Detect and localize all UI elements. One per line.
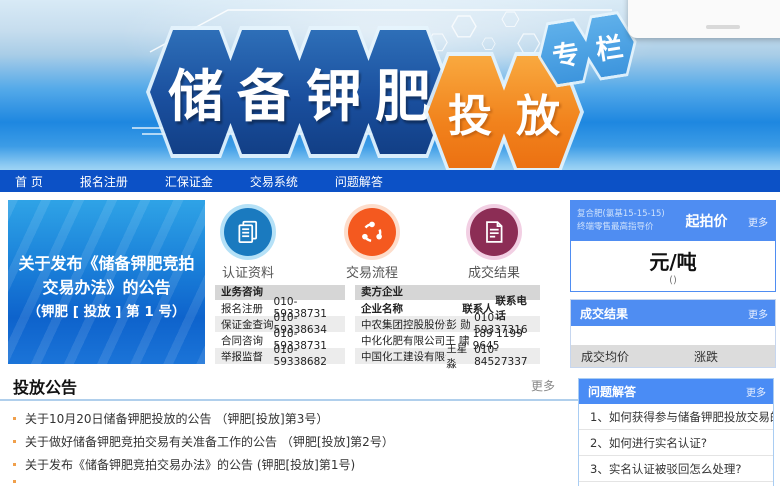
biz-phone: 010-59338682 — [274, 344, 339, 368]
notice-title: 投放公告 — [0, 374, 531, 398]
notice-item-text: 关于10月20日储备钾肥投放的公告 （钾肥[投放]第3号） — [25, 410, 328, 427]
result-empty-row — [571, 326, 775, 345]
price-more-link[interactable]: 更多 — [748, 214, 775, 229]
bullet-icon — [13, 463, 16, 466]
avg-price-label: 成交均价 — [571, 348, 629, 365]
banner-title-char: 储 — [168, 52, 224, 133]
price-panel-title: 起拍价 — [665, 211, 748, 231]
notice-list-item[interactable]: 关于发布《储备钾肥竞拍交易办法》的公告 (钾肥[投放]第1号) — [13, 456, 355, 473]
faq-item[interactable]: 3、实名认证被驳回怎么处理? — [579, 456, 773, 482]
notice-list-item[interactable] — [13, 480, 25, 483]
trade-result-button[interactable] — [470, 208, 518, 256]
main-nav: 首 页 报名注册 汇保证金 交易系统 问题解答 — [0, 170, 780, 192]
seller-company: 中化化肥有限公司 — [361, 333, 445, 348]
price-unit: 元/吨 — [571, 241, 775, 275]
card-line2: 交易办法》的公告 — [8, 276, 205, 300]
banner-title-char: 肥 — [375, 52, 431, 133]
nav-item-faq[interactable]: 问题解答 — [335, 173, 383, 190]
notice-section-header: 投放公告 更多 — [0, 372, 578, 401]
banner-title-char: 备 — [237, 52, 293, 133]
price-label-line1: 复合肥(氯基15-15-15) — [577, 208, 665, 221]
seller-contact: 彭 勋 — [446, 317, 474, 332]
banner-title-char: 钾 — [306, 52, 362, 133]
faq-panel-title: 问题解答 — [579, 383, 746, 400]
price-panel-sublabel: 复合肥(氯基15-15-15) 终端零售最高指导价 — [571, 208, 665, 234]
faq-panel: 问题解答 更多 1、如何获得参与储备钾肥投放交易的权限? 2、如何进行实名认证?… — [578, 378, 774, 486]
overlay-popup-placeholder — [706, 25, 740, 29]
seller-contact: 王星淼 — [446, 341, 474, 371]
card-text: 关于发布《储备钾肥竞拍 交易办法》的公告 （钾肥 [ 投放 ] 第 1 号） — [8, 252, 205, 324]
result-more-link[interactable]: 更多 — [748, 306, 775, 321]
trade-process-button[interactable] — [348, 208, 396, 256]
card-line3: （钾肥 [ 投放 ] 第 1 号） — [8, 300, 205, 324]
table-row: 举报监督 010-59338682 — [215, 348, 345, 364]
page: 储 备 钾 肥 投 放 专 栏 首 页 报名注册 汇保证金 交易系统 问题解答 … — [0, 0, 780, 486]
nav-item-deposit[interactable]: 汇保证金 — [165, 173, 213, 190]
biz-label: 报名注册 — [221, 301, 274, 316]
biz-label: 保证金查询 — [221, 317, 274, 332]
trade-result-label: 成交结果 — [454, 262, 534, 281]
trade-process-label: 交易流程 — [332, 262, 412, 281]
nav-item-trade-system[interactable]: 交易系统 — [250, 173, 298, 190]
banner-sub-char: 放 — [516, 80, 560, 144]
table-row: 中国化工建设有限公司 王星淼 010-84527337 — [355, 348, 540, 364]
notice-list-item[interactable]: 关于做好储备钾肥竞拍交易有关准备工作的公告 （钾肥[投放]第2号） — [13, 433, 394, 450]
cert-materials-button[interactable] — [224, 208, 272, 256]
price-panel-header: 复合肥(氯基15-15-15) 终端零售最高指导价 起拍价 更多 — [571, 201, 775, 241]
faq-more-link[interactable]: 更多 — [746, 384, 773, 399]
business-contact-table: 业务咨询 报名注册 010-59338731 保证金查询 010-5933863… — [215, 285, 345, 364]
result-panel-header: 成交结果 更多 — [571, 300, 775, 326]
notice-item-text: 关于做好储备钾肥竞拍交易有关准备工作的公告 （钾肥[投放]第2号） — [25, 433, 394, 450]
card-line1: 关于发布《储备钾肥竞拍 — [8, 252, 205, 276]
banner-tag-char: 专 — [549, 31, 582, 74]
documents-icon — [234, 218, 262, 246]
price-panel-body: 元/吨 () — [571, 241, 775, 291]
nav-item-home[interactable]: 首 页 — [15, 173, 43, 190]
price-label-line2: 终端零售最高指导价 — [577, 221, 665, 234]
price-sub: () — [571, 275, 775, 286]
faq-item[interactable]: 4、如何预存储备钾肥交易保证金? — [579, 482, 773, 486]
faq-item[interactable]: 2、如何进行实名认证? — [579, 430, 773, 456]
result-document-icon — [480, 218, 508, 246]
bullet-icon — [13, 480, 16, 483]
notice-item-text: 关于发布《储备钾肥竞拍交易办法》的公告 (钾肥[投放]第1号) — [25, 456, 355, 473]
trade-result-panel: 成交结果 更多 成交均价 涨跌 — [570, 299, 776, 368]
starting-price-panel: 复合肥(氯基15-15-15) 终端零售最高指导价 起拍价 更多 元/吨 () — [570, 200, 776, 292]
banner-sub-char: 投 — [448, 80, 492, 144]
overlay-popup — [628, 0, 780, 38]
bullet-icon — [13, 417, 16, 420]
banner: 储 备 钾 肥 投 放 专 栏 — [0, 0, 780, 170]
cert-materials-label: 认证资料 — [208, 262, 288, 281]
result-summary-row: 成交均价 涨跌 — [571, 345, 775, 367]
nav-item-register[interactable]: 报名注册 — [80, 173, 128, 190]
banner-tag-char: 栏 — [593, 24, 626, 67]
faq-panel-header: 问题解答 更多 — [579, 379, 773, 404]
result-panel-title: 成交结果 — [571, 305, 748, 322]
bullet-icon — [13, 440, 16, 443]
biz-label: 举报监督 — [221, 349, 274, 364]
seller-company: 中农集团控股股份有限公司 — [361, 317, 446, 332]
seller-company: 中国化工建设有限公司 — [361, 349, 446, 364]
seller-phone: 010-84527337 — [474, 344, 534, 368]
change-label: 涨跌 — [694, 348, 718, 365]
biz-label: 合同咨询 — [221, 333, 274, 348]
faq-item[interactable]: 1、如何获得参与储备钾肥投放交易的权限? — [579, 404, 773, 430]
featured-announcement-card[interactable]: 关于发布《储备钾肥竞拍 交易办法》的公告 （钾肥 [ 投放 ] 第 1 号） — [8, 200, 205, 364]
notice-more-link[interactable]: 更多 — [531, 377, 578, 394]
col-company: 企业名称 — [361, 301, 462, 316]
share-network-icon — [358, 218, 386, 246]
notice-list-item[interactable]: 关于10月20日储备钾肥投放的公告 （钾肥[投放]第3号） — [13, 410, 328, 427]
seller-table: 卖方企业 企业名称 联系人 联系电话 中农集团控股股份有限公司 彭 勋 010-… — [355, 285, 540, 364]
